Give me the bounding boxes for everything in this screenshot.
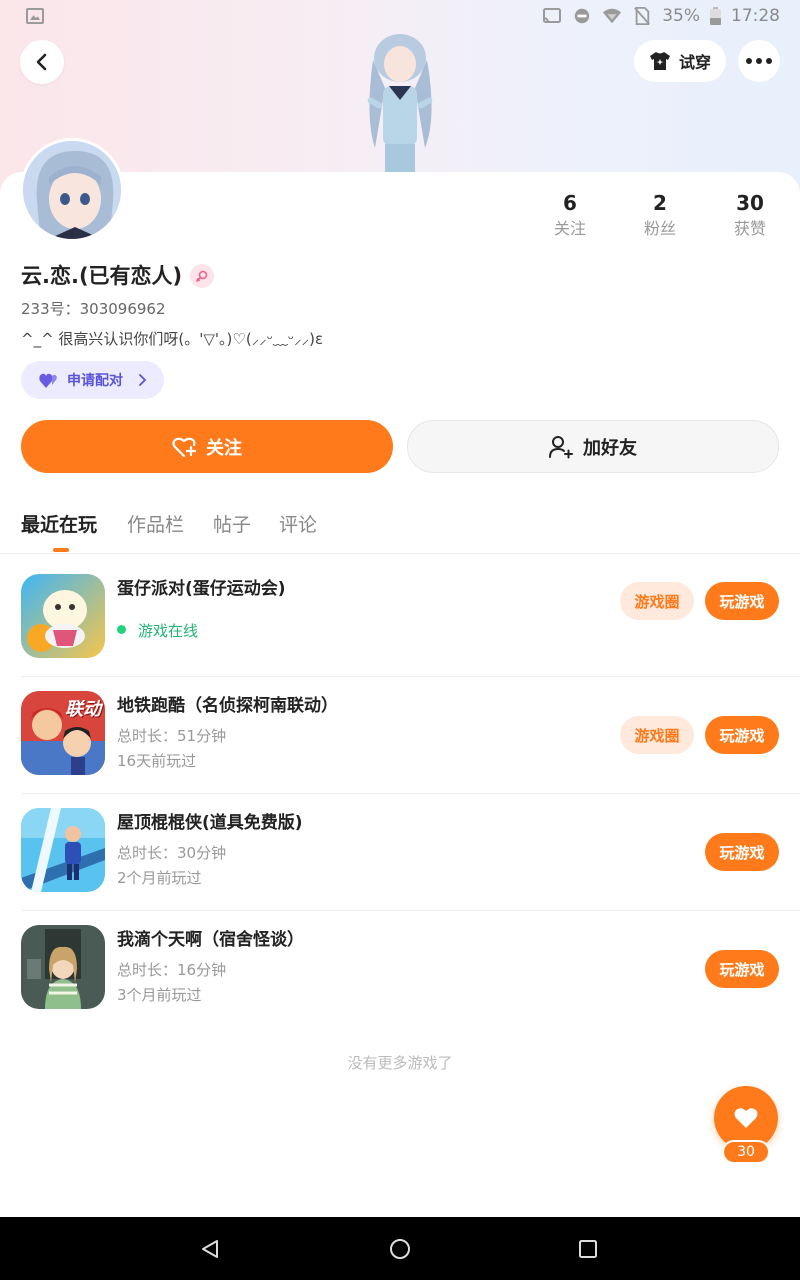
profile-tabs: 最近在玩 作品栏 帖子 评论 — [0, 500, 800, 554]
tab-comments[interactable]: 评论 — [279, 512, 317, 538]
dnd-icon — [575, 8, 590, 24]
heart-icon — [734, 1108, 758, 1128]
game-icon-eggy-party — [21, 574, 105, 658]
user-bio: ^_^ 很高兴认识你们呀(。'▽'。)♡(⸝⸝ᵕ﹏ᵕ⸝⸝)ε — [21, 330, 324, 348]
user-id: 233号：303096962 — [21, 300, 166, 318]
stat-label: 粉丝 — [643, 219, 676, 238]
play-game-button[interactable]: 玩游戏 — [705, 833, 779, 871]
stat-following[interactable]: 6 关注 — [535, 190, 605, 240]
nav-recents-button[interactable] — [576, 1237, 600, 1261]
play-game-button[interactable]: 玩游戏 — [705, 582, 779, 620]
stat-label: 获赞 — [733, 219, 766, 238]
collab-badge: 联动 — [65, 699, 101, 720]
game-title: 屋顶棍棍侠(道具免费版) — [117, 813, 303, 833]
stat-label: 关注 — [553, 219, 586, 238]
request-pair-button[interactable]: 申请配对 — [21, 361, 164, 399]
game-row[interactable]: 屋顶棍棍侠(道具免费版) 总时长：30分钟 2个月前玩过 玩游戏 — [0, 794, 800, 911]
tab-posts[interactable]: 帖子 — [213, 512, 251, 538]
tab-indicator — [53, 548, 69, 552]
battery-percent: 35% — [662, 6, 700, 26]
system-nav-bar — [0, 1217, 800, 1280]
end-of-list-text: 没有更多游戏了 — [347, 1054, 453, 1072]
username: 云.恋.(已有恋人) — [21, 262, 215, 290]
try-on-label: 试穿 — [678, 53, 711, 72]
chevron-right-icon — [139, 374, 147, 386]
game-circle-button[interactable]: 游戏圈 — [620, 716, 694, 754]
triangle-back-icon — [202, 1240, 218, 1258]
game-icon-rooftop-stick — [21, 808, 105, 892]
online-dot-icon — [117, 625, 126, 634]
tshirt-icon — [649, 52, 670, 70]
user-plus-icon — [549, 435, 573, 458]
cast-icon — [543, 8, 562, 23]
game-playtime: 总时长：30分钟 — [117, 844, 227, 862]
try-on-button[interactable]: 试穿 — [634, 40, 726, 82]
female-icon — [190, 264, 215, 288]
tab-recently-played[interactable]: 最近在玩 — [21, 512, 97, 538]
no-sim-icon — [634, 7, 651, 25]
avatar[interactable] — [20, 138, 124, 242]
stat-likes[interactable]: 30 获赞 — [715, 190, 785, 240]
game-playtime: 总时长：16分钟 — [117, 961, 227, 979]
online-text: 游戏在线 — [138, 622, 199, 640]
game-last-played: 16天前玩过 — [117, 752, 197, 770]
nav-back-button[interactable] — [198, 1237, 222, 1261]
game-title: 我滴个天啊（宿舍怪谈） — [117, 930, 304, 950]
image-icon — [26, 8, 44, 24]
status-bar: 35% 17:28 — [0, 0, 800, 34]
game-row[interactable]: 联动 地铁跑酷（名侦探柯南联动） 总时长：51分钟 16天前玩过 游戏圈 玩游戏 — [0, 677, 800, 794]
game-title: 地铁跑酷（名侦探柯南联动） — [117, 696, 338, 716]
more-dots-icon — [746, 58, 772, 64]
battery-icon — [710, 7, 721, 25]
follow-button[interactable]: 关注 — [21, 420, 393, 473]
game-last-played: 3个月前玩过 — [117, 986, 202, 1004]
stat-value: 6 — [563, 191, 577, 215]
game-playtime: 总时长：51分钟 — [117, 727, 227, 745]
stat-value: 2 — [653, 191, 667, 215]
like-count-badge: 30 — [722, 1140, 770, 1164]
add-friend-button[interactable]: 加好友 — [407, 420, 779, 473]
username-text: 云.恋.(已有恋人) — [21, 264, 183, 288]
play-game-button[interactable]: 玩游戏 — [705, 716, 779, 754]
game-last-played: 2个月前玩过 — [117, 869, 202, 887]
add-friend-label: 加好友 — [583, 437, 637, 459]
heart-plus-icon — [172, 437, 196, 457]
wifi-icon — [603, 8, 622, 24]
game-row[interactable]: 我滴个天啊（宿舍怪谈） 总时长：16分钟 3个月前玩过 玩游戏 — [0, 911, 800, 1028]
clock: 17:28 — [731, 6, 780, 26]
game-icon-subway-surfers: 联动 — [21, 691, 105, 775]
game-circle-button[interactable]: 游戏圈 — [620, 582, 694, 620]
stat-value: 30 — [736, 191, 764, 215]
avatar-3d-figure — [367, 34, 433, 178]
nav-home-button[interactable] — [388, 1237, 412, 1261]
square-recents-icon — [579, 1240, 597, 1258]
tab-works[interactable]: 作品栏 — [127, 512, 184, 538]
chevron-left-icon — [36, 53, 47, 71]
stat-fans[interactable]: 2 粉丝 — [625, 190, 695, 240]
circle-home-icon — [390, 1239, 410, 1259]
request-pair-label: 申请配对 — [67, 373, 123, 389]
back-button[interactable] — [20, 40, 64, 84]
game-title: 蛋仔派对(蛋仔运动会) — [117, 579, 286, 599]
follow-label: 关注 — [206, 437, 242, 459]
more-button[interactable] — [738, 40, 780, 82]
game-row[interactable]: 蛋仔派对(蛋仔运动会) 游戏在线 游戏圈 玩游戏 — [0, 560, 800, 677]
game-icon-dorm-horror — [21, 925, 105, 1009]
hearts-icon — [39, 373, 57, 388]
play-game-button[interactable]: 玩游戏 — [705, 950, 779, 988]
game-status-online: 游戏在线 — [117, 619, 198, 643]
